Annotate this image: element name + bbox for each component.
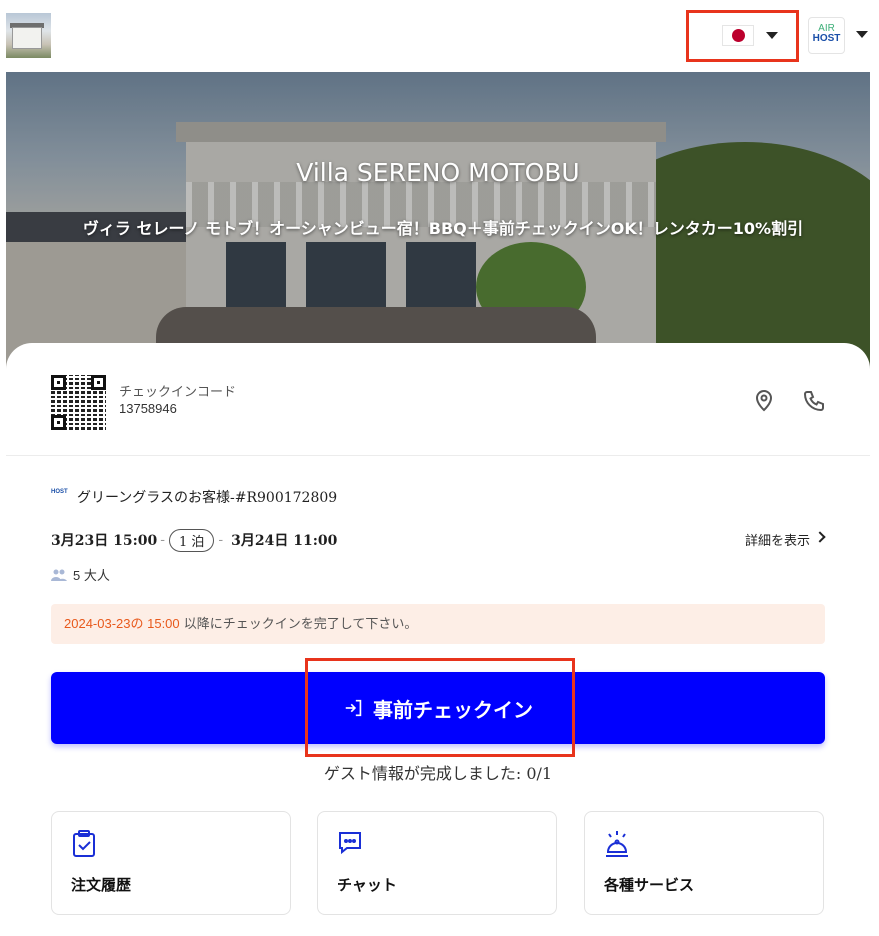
notice-datetime: 2024-03-23の 15:00	[64, 616, 180, 631]
notice-text: 以降にチェックインを完了して下さい。	[179, 617, 418, 632]
property-title: Villa SERENO MOTOBU	[296, 158, 580, 187]
location-pin-icon[interactable]	[752, 389, 776, 413]
guest-info-progress: ゲスト情報が完成しました: 0/1	[323, 764, 553, 783]
chat-tile[interactable]: チャット	[317, 811, 557, 915]
chat-label: チャット	[337, 876, 397, 894]
airhost-logo[interactable]: AIR HOST	[808, 17, 845, 54]
order-history-tile[interactable]: 注文履歴	[51, 811, 291, 915]
japan-flag-icon[interactable]	[722, 25, 754, 46]
guest-count-text: 5 大人	[73, 568, 110, 583]
account-menu-chevron-down-icon[interactable]	[856, 31, 868, 38]
chevron-right-icon[interactable]	[814, 531, 826, 543]
service-bell-icon	[606, 831, 628, 857]
top-bar: AIR HOST	[0, 0, 879, 72]
chat-icon	[339, 832, 361, 855]
booking-card: チェックインコード 13758946 HOST グリーングラスのお客様-#R90…	[6, 343, 870, 936]
services-tile[interactable]: 各種サービス	[584, 811, 824, 915]
host-logo-icon: HOST	[51, 489, 68, 495]
people-icon	[51, 569, 67, 581]
property-subtitle: ヴィラ セレーノ モトブ！オーシャンビュー宿！BBQ＋事前チェックインOK！レン…	[82, 219, 804, 238]
checkin-date: 3月23日 15:00	[51, 533, 158, 549]
precheckin-highlight	[305, 658, 575, 757]
nights-badge: 1 泊	[168, 528, 215, 552]
checkin-code-value: 13758946	[119, 401, 177, 416]
guest-reservation-line: グリーングラスのお客様-#R900172809	[77, 490, 338, 506]
checkout-date: 3月24日 11:00	[231, 533, 338, 549]
section-divider	[6, 455, 870, 456]
checkin-notice: 2024-03-23の 15:00 以降にチェックインを完了して下さい。	[51, 604, 825, 644]
property-thumbnail[interactable]	[6, 13, 51, 58]
order-history-label: 注文履歴	[71, 876, 132, 894]
clipboard-check-icon	[73, 830, 95, 857]
language-dropdown-chevron-down-icon[interactable]	[766, 32, 778, 39]
stay-dates: 3月23日 15:00 - 1 泊 - 3月24日 11:00	[51, 528, 338, 552]
details-link[interactable]: 詳細を表示	[745, 530, 810, 549]
qr-code-icon[interactable]	[51, 375, 106, 430]
phone-icon[interactable]	[802, 389, 826, 413]
services-label: 各種サービス	[604, 876, 695, 894]
logo-text-host: HOST	[812, 33, 841, 44]
checkin-code-label: チェックインコード	[119, 385, 237, 400]
hero-banner: Villa SERENO MOTOBU ヴィラ セレーノ モトブ！オーシャンビュ…	[6, 72, 870, 372]
guest-count: 5 大人	[51, 565, 110, 584]
